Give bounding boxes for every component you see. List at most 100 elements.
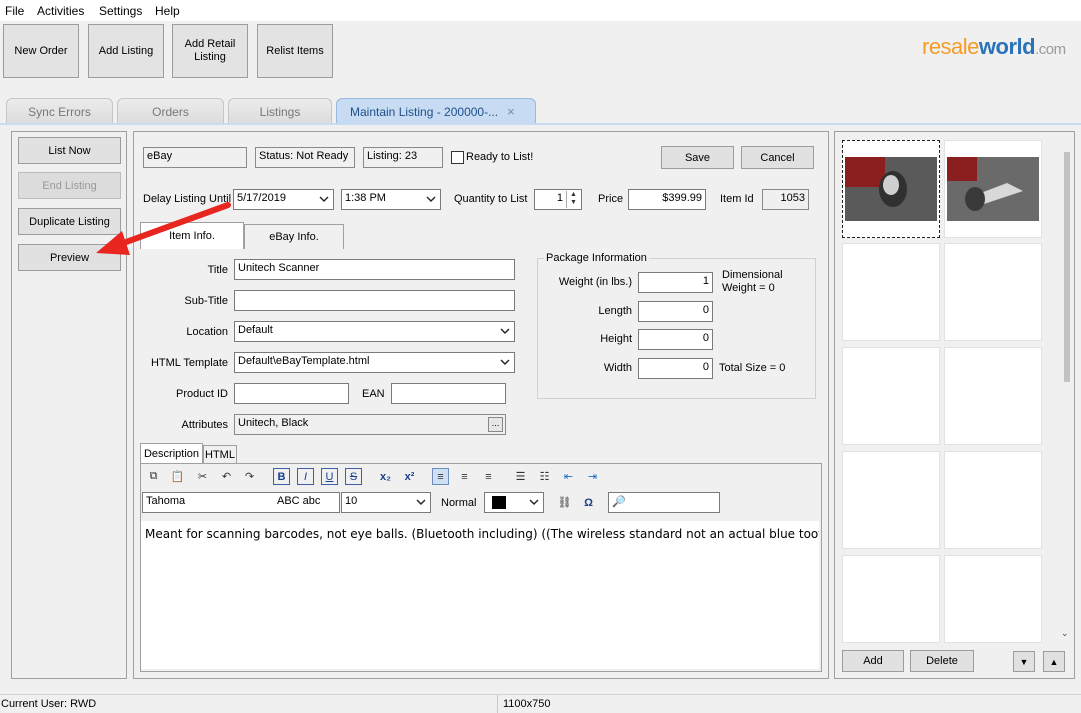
tab-listings[interactable]: Listings [228, 98, 332, 124]
add-listing-button[interactable]: Add Listing [88, 24, 164, 78]
location-select[interactable]: Default [234, 321, 515, 342]
bullet-list-icon[interactable]: ☰ [512, 468, 529, 485]
remove-link-icon[interactable]: ⛓ [556, 494, 573, 511]
price-field[interactable]: $399.99 [628, 189, 706, 210]
list-now-button[interactable]: List Now [18, 137, 121, 164]
scroll-down-icon[interactable]: ⌄ [1061, 628, 1069, 639]
delay-date-picker[interactable]: 5/17/2019 [233, 189, 334, 210]
quantity-value: 1 [556, 192, 563, 204]
image-slot[interactable] [842, 555, 940, 643]
subtitle-label: Sub-Title [184, 295, 228, 307]
tab-sync-errors[interactable]: Sync Errors [6, 98, 113, 124]
add-retail-listing-button[interactable]: Add Retail Listing [172, 24, 248, 78]
add-image-button[interactable]: Add [842, 650, 904, 672]
subtitle-input[interactable] [234, 290, 515, 311]
tab-html[interactable]: HTML [203, 445, 237, 464]
font-size-select[interactable]: 10 [341, 492, 431, 513]
cut-icon[interactable]: ✂ [194, 468, 211, 485]
tab-ebay-info[interactable]: eBay Info. [244, 224, 344, 249]
height-label: Height [600, 333, 632, 345]
tab-maintain-listing[interactable]: Maintain Listing - 200000-... × [336, 98, 536, 124]
outdent-icon[interactable]: ⇤ [560, 468, 577, 485]
image-slot[interactable] [944, 243, 1042, 341]
superscript-icon[interactable]: x² [401, 468, 418, 485]
menu-help[interactable]: Help [155, 4, 180, 18]
image-slot[interactable] [842, 347, 940, 445]
move-down-button[interactable]: ▼ [1013, 651, 1035, 672]
html-template-select[interactable]: Default\eBayTemplate.html [234, 352, 515, 373]
search-icon: 🔎 [612, 496, 626, 508]
move-up-button[interactable]: ▲ [1043, 651, 1065, 672]
images-scrollbar[interactable]: ⌄ [1060, 140, 1074, 643]
cancel-button[interactable]: Cancel [741, 146, 814, 169]
align-right-icon[interactable]: ≡ [480, 468, 497, 485]
delay-date-value: 5/17/2019 [237, 192, 286, 204]
numbered-list-icon[interactable]: ☷ [536, 468, 553, 485]
delay-time-select[interactable]: 1:38 PM [341, 189, 441, 210]
close-icon[interactable]: × [507, 104, 515, 119]
scrollbar-thumb[interactable] [1064, 152, 1070, 382]
ready-checkbox[interactable] [451, 151, 464, 164]
strikethrough-icon[interactable]: S [345, 468, 362, 485]
tab-orders[interactable]: Orders [117, 98, 224, 124]
menu-activities[interactable]: Activities [37, 4, 84, 18]
chevron-down-icon [500, 328, 510, 334]
ean-input[interactable] [391, 383, 506, 404]
italic-icon[interactable]: I [297, 468, 314, 485]
font-color-picker[interactable] [484, 492, 544, 513]
spinner-arrows-icon[interactable]: ▲ ▼ [566, 191, 580, 208]
new-order-button[interactable]: New Order [3, 24, 79, 78]
undo-icon[interactable]: ↶ [218, 468, 235, 485]
marketplace-field: eBay [143, 147, 247, 168]
image-slot[interactable] [842, 243, 940, 341]
font-preview: ABC abc [277, 495, 321, 507]
save-button[interactable]: Save [661, 146, 734, 169]
html-template-label: HTML Template [150, 357, 228, 369]
price-label: Price [598, 193, 624, 205]
bold-icon[interactable]: B [273, 468, 290, 485]
image-thumb-1[interactable] [842, 140, 940, 238]
listing-number-field: Listing: 23 [363, 147, 443, 168]
quantity-stepper[interactable]: 1 ▲ ▼ [534, 189, 582, 210]
paragraph-style[interactable]: Normal [441, 497, 476, 509]
status-field: Status: Not Ready [255, 147, 355, 168]
image-slot[interactable] [944, 451, 1042, 549]
redo-icon[interactable]: ↷ [241, 468, 258, 485]
item-id-label: Item Id [720, 193, 754, 205]
title-input[interactable]: Unitech Scanner [234, 259, 515, 280]
image-slot[interactable] [842, 451, 940, 549]
location-value: Default [238, 324, 273, 336]
annotation-arrow-icon [96, 202, 231, 255]
font-family-select[interactable]: Tahoma ABC abc [142, 492, 340, 513]
length-input[interactable]: 0 [638, 301, 713, 322]
delete-image-button[interactable]: Delete [910, 650, 974, 672]
length-label: Length [598, 305, 632, 317]
align-left-icon[interactable]: ≡ [432, 468, 449, 485]
image-slot[interactable] [944, 347, 1042, 445]
indent-icon[interactable]: ⇥ [584, 468, 601, 485]
attributes-browse-button[interactable]: ... [488, 417, 503, 432]
weight-label: Weight (in lbs.) [558, 276, 632, 288]
status-divider [497, 695, 498, 713]
menu-settings[interactable]: Settings [99, 4, 142, 18]
editor-search-input[interactable]: 🔎 [608, 492, 720, 513]
menu-file[interactable]: File [5, 4, 24, 18]
dimensional-weight: Dimensional Weight = 0 [722, 269, 783, 294]
copy-icon[interactable]: ⧉ [145, 468, 162, 485]
description-editor[interactable]: Meant for scanning barcodes, not eye bal… [141, 521, 819, 669]
weight-input[interactable]: 1 [638, 272, 713, 293]
ready-label: Ready to List! [466, 151, 534, 163]
image-thumb-2[interactable] [944, 140, 1042, 238]
underline-icon[interactable]: U [321, 468, 338, 485]
width-input[interactable]: 0 [638, 358, 713, 379]
align-center-icon[interactable]: ≡ [456, 468, 473, 485]
font-family-value: Tahoma [146, 495, 186, 507]
subscript-icon[interactable]: x₂ [377, 468, 394, 485]
special-char-icon[interactable]: Ω [580, 494, 597, 511]
image-slot[interactable] [944, 555, 1042, 643]
height-input[interactable]: 0 [638, 329, 713, 350]
product-id-input[interactable] [234, 383, 349, 404]
tab-description[interactable]: Description [140, 443, 203, 464]
paste-icon[interactable]: 📋 [169, 468, 186, 485]
relist-items-button[interactable]: Relist Items [257, 24, 333, 78]
